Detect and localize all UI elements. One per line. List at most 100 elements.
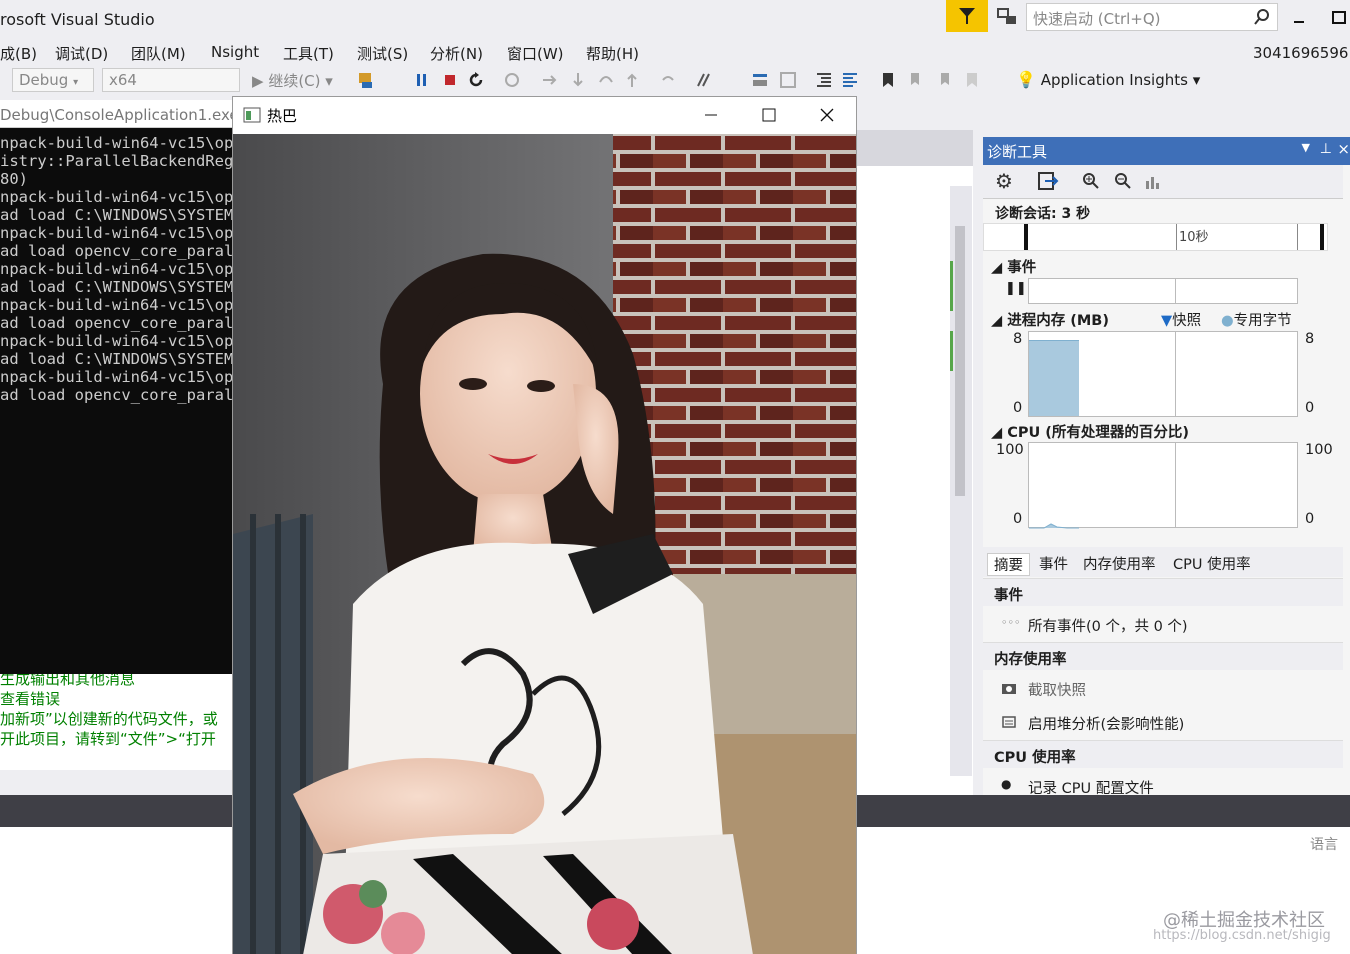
displayed-photo	[233, 134, 856, 954]
diagnostic-toolbar: ⚙	[983, 165, 1343, 199]
reset-zoom-icon[interactable]	[1143, 171, 1163, 191]
settings-icon[interactable]: ⚙	[995, 169, 1013, 193]
record-icon: ●	[1001, 777, 1012, 791]
memory-axis-min-right: 0	[1305, 400, 1315, 416]
console-line: npack-build-win64-vc15\ope	[0, 224, 232, 242]
search-icon	[1254, 9, 1269, 25]
console-line: npack-build-win64-vc15\ope	[0, 368, 232, 386]
timeline-ruler[interactable]: 10秒	[983, 223, 1328, 251]
menu-bar: 成(B) 调试(D) 团队(M) Nsight 工具(T) 测试(S) 分析(N…	[0, 40, 1350, 66]
step-up-icon[interactable]	[622, 70, 642, 90]
indent-icon[interactable]	[814, 70, 834, 90]
dropdown-icon[interactable]: ▼	[1302, 141, 1310, 154]
minimize-icon[interactable]	[1290, 8, 1310, 28]
image-window-titlebar[interactable]: 热巴	[233, 97, 856, 133]
tab-summary[interactable]: 摘要	[987, 553, 1030, 576]
continue-label: 继续(C)	[268, 72, 321, 90]
maximize-icon[interactable]	[1330, 8, 1350, 28]
process-icon[interactable]	[356, 70, 376, 90]
timeline-start-marker[interactable]	[1024, 224, 1028, 250]
events-section-title[interactable]: ◢ 事件	[991, 256, 1036, 277]
app-title: rosoft Visual Studio	[0, 10, 155, 29]
image-window[interactable]: 热巴	[232, 96, 857, 954]
config-dropdown[interactable]: Debug ▾	[12, 68, 94, 92]
document-tab[interactable]: Debug\ConsoleApplication1.exe	[0, 100, 232, 128]
next-bookmark-icon[interactable]	[934, 70, 954, 90]
comment-icon[interactable]	[840, 70, 860, 90]
clear-bookmarks-icon[interactable]	[962, 70, 982, 90]
step-out-icon[interactable]	[596, 70, 616, 90]
tab-events[interactable]: 事件	[1039, 553, 1068, 574]
console-line: ad load C:\WINDOWS\SYSTEM3	[0, 278, 232, 296]
menu-nsight[interactable]: Nsight	[211, 43, 259, 61]
image-window-title: 热巴	[267, 107, 298, 125]
cpu-section-title[interactable]: ◢ CPU (所有处理器的百分比)	[991, 421, 1189, 442]
close-icon[interactable]: ×	[1337, 140, 1350, 158]
legend-private-label: 专用字节	[1233, 313, 1292, 329]
minimize-icon[interactable]	[703, 107, 719, 123]
hex-display-icon[interactable]	[694, 70, 714, 90]
enable-heap-profiling[interactable]: 启用堆分析(会影响性能)	[1028, 713, 1184, 734]
zoom-in-icon[interactable]	[1081, 171, 1101, 191]
memory-chart[interactable]	[1028, 331, 1298, 417]
editor-scrollbar[interactable]	[950, 186, 972, 776]
thread-icon[interactable]	[750, 70, 770, 90]
config-value: Debug	[19, 71, 69, 89]
timeline-tick	[1176, 224, 1177, 250]
restart-icon[interactable]	[466, 70, 486, 90]
cpu-axis-max-right: 100	[1305, 442, 1333, 458]
menu-window[interactable]: 窗口(W)	[507, 43, 564, 64]
console-line: npack-build-win64-vc15\ope	[0, 134, 232, 152]
quick-launch-placeholder: 快速启动 (Ctrl+Q)	[1033, 10, 1161, 28]
pin-icon[interactable]: ⊥	[1320, 141, 1332, 157]
step-into-icon[interactable]	[540, 70, 560, 90]
maximize-icon[interactable]	[761, 107, 777, 123]
change-marker	[950, 331, 953, 371]
group-memory: 内存使用率	[983, 642, 1343, 670]
close-icon[interactable]	[819, 107, 835, 123]
timeline-end-marker[interactable]	[1320, 224, 1324, 250]
show-next-statement-icon[interactable]	[502, 70, 522, 90]
filter-icon	[959, 8, 975, 24]
menu-build[interactable]: 成(B)	[0, 43, 37, 64]
menu-team[interactable]: 团队(M)	[131, 43, 186, 64]
diagnostic-tools-header: 诊断工具 ▼ ⊥ ×	[983, 137, 1350, 165]
platform-value: x64	[109, 71, 137, 89]
menu-tools[interactable]: 工具(T)	[283, 43, 334, 64]
console-line: ad load opencv_core_parall	[0, 242, 232, 260]
menu-debug[interactable]: 调试(D)	[55, 43, 108, 64]
account-id[interactable]: 3041696596	[1253, 44, 1348, 62]
pause-icon[interactable]	[412, 70, 432, 90]
feedback-icon[interactable]	[996, 6, 1018, 28]
continue-button[interactable]: ▶ 继续(C) ▾	[252, 70, 333, 91]
tab-cpu-usage[interactable]: CPU 使用率	[1173, 553, 1251, 574]
all-events-link[interactable]: 所有事件(0 个，共 0 个)	[1028, 615, 1188, 636]
menu-test[interactable]: 测试(S)	[357, 43, 408, 64]
legend-snapshot: ▼快照	[1161, 309, 1201, 330]
stop-icon[interactable]	[440, 70, 460, 90]
zoom-out-icon[interactable]	[1113, 171, 1133, 191]
events-track[interactable]	[1028, 278, 1298, 304]
quick-launch-input[interactable]: 快速启动 (Ctrl+Q)	[1026, 3, 1278, 31]
tab-memory-usage[interactable]: 内存使用率	[1083, 553, 1156, 574]
console-line: ad load opencv_core_parall	[0, 386, 232, 404]
stack-frame-icon[interactable]	[778, 70, 798, 90]
export-icon[interactable]	[1037, 171, 1059, 191]
record-cpu-profile[interactable]: 记录 CPU 配置文件	[1028, 777, 1154, 798]
undo-icon[interactable]	[658, 70, 678, 90]
bookmark-icon[interactable]	[878, 70, 898, 90]
platform-dropdown[interactable]: x64	[102, 68, 240, 92]
prev-bookmark-icon[interactable]	[906, 70, 926, 90]
cpu-chart[interactable]	[1028, 442, 1298, 529]
console-line: npack-build-win64-vc15\ope	[0, 188, 232, 206]
menu-analyze[interactable]: 分析(N)	[430, 43, 483, 64]
console-line: ad load opencv_core_parall	[0, 314, 232, 332]
app-insights-button[interactable]: 💡 Application Insights ▾	[1016, 70, 1200, 89]
scroll-thumb[interactable]	[955, 226, 965, 496]
group-events: 事件	[983, 578, 1343, 606]
notification-filter-button[interactable]	[946, 0, 988, 32]
take-snapshot-button[interactable]: 截取快照	[1028, 679, 1086, 700]
menu-help[interactable]: 帮助(H)	[586, 43, 639, 64]
chart-gridline	[1175, 332, 1176, 416]
step-over-icon[interactable]	[568, 70, 588, 90]
